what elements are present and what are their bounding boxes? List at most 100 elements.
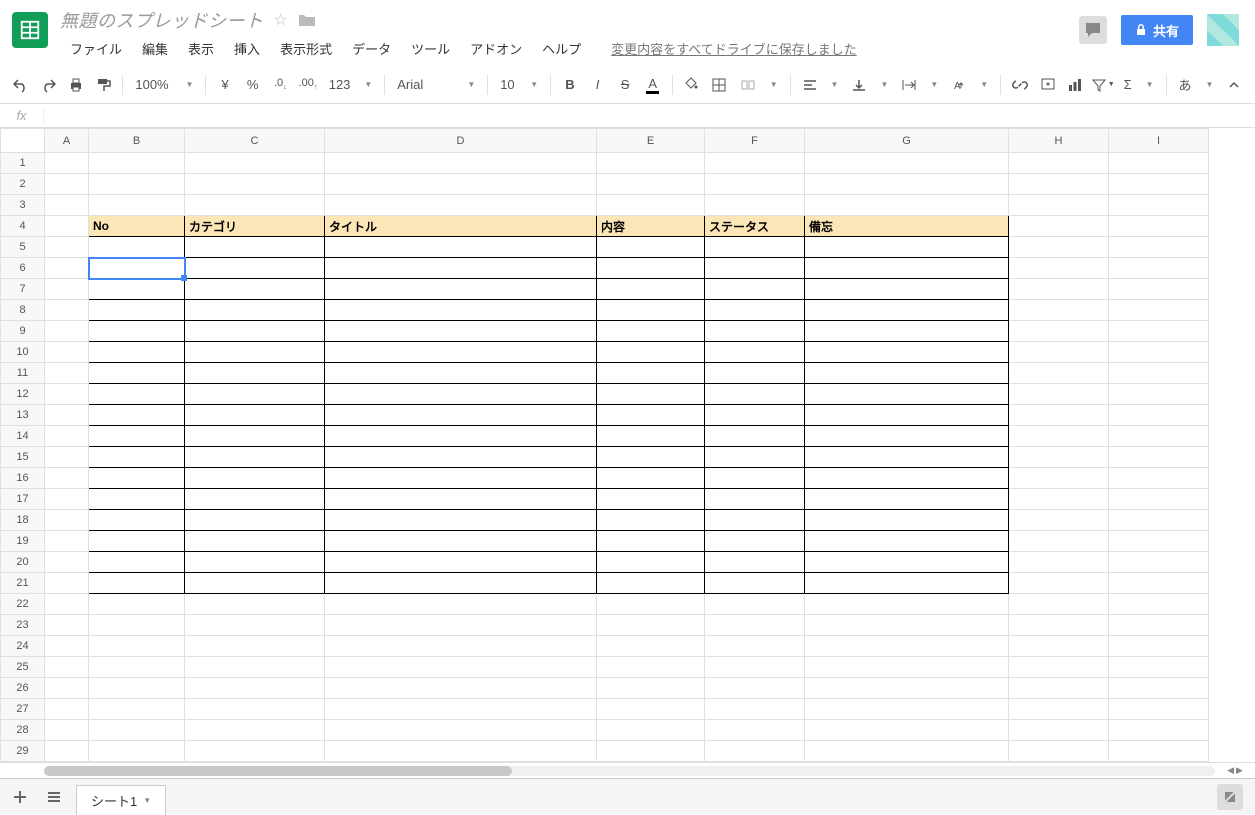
- vertical-align-dropdown[interactable]: ▼: [846, 72, 894, 98]
- cell-E15[interactable]: [597, 447, 705, 468]
- cell-A10[interactable]: [45, 342, 89, 363]
- cell-G2[interactable]: [805, 174, 1009, 195]
- cell-H5[interactable]: [1009, 237, 1109, 258]
- cell-A26[interactable]: [45, 678, 89, 699]
- account-avatar[interactable]: [1207, 14, 1239, 46]
- cell-E22[interactable]: [597, 594, 705, 615]
- cell-B8[interactable]: [89, 300, 185, 321]
- menu-addons[interactable]: アドオン: [460, 37, 532, 60]
- cell-D6[interactable]: [325, 258, 597, 279]
- cell-B6[interactable]: [89, 258, 185, 279]
- cell-F16[interactable]: [705, 468, 805, 489]
- cell-H10[interactable]: [1009, 342, 1109, 363]
- cell-H14[interactable]: [1009, 426, 1109, 447]
- cell-I17[interactable]: [1109, 489, 1209, 510]
- cell-H23[interactable]: [1009, 615, 1109, 636]
- cell-F9[interactable]: [705, 321, 805, 342]
- cell-B16[interactable]: [89, 468, 185, 489]
- cell-E27[interactable]: [597, 699, 705, 720]
- cell-E4[interactable]: 内容: [597, 216, 705, 237]
- row-header-4[interactable]: 4: [1, 216, 45, 237]
- cell-C25[interactable]: [185, 657, 325, 678]
- cell-G1[interactable]: [805, 153, 1009, 174]
- font-size-dropdown[interactable]: 10▼: [494, 72, 544, 98]
- cell-D7[interactable]: [325, 279, 597, 300]
- insert-chart-icon[interactable]: [1062, 71, 1088, 99]
- cell-F25[interactable]: [705, 657, 805, 678]
- cell-A21[interactable]: [45, 573, 89, 594]
- row-header-8[interactable]: 8: [1, 300, 45, 321]
- cell-C23[interactable]: [185, 615, 325, 636]
- strikethrough-button[interactable]: S: [612, 71, 638, 99]
- cell-C21[interactable]: [185, 573, 325, 594]
- cell-G28[interactable]: [805, 720, 1009, 741]
- cell-E28[interactable]: [597, 720, 705, 741]
- menu-tools[interactable]: ツール: [401, 37, 460, 60]
- row-header-5[interactable]: 5: [1, 237, 45, 258]
- cell-E23[interactable]: [597, 615, 705, 636]
- cell-H16[interactable]: [1009, 468, 1109, 489]
- cell-D8[interactable]: [325, 300, 597, 321]
- cell-B29[interactable]: [89, 741, 185, 762]
- cell-B14[interactable]: [89, 426, 185, 447]
- cell-C24[interactable]: [185, 636, 325, 657]
- horizontal-scrollbar[interactable]: ◀▶: [0, 762, 1255, 778]
- functions-dropdown[interactable]: Σ▼: [1118, 72, 1160, 98]
- cell-G27[interactable]: [805, 699, 1009, 720]
- cell-D4[interactable]: タイトル: [325, 216, 597, 237]
- cell-I13[interactable]: [1109, 405, 1209, 426]
- cell-I6[interactable]: [1109, 258, 1209, 279]
- cell-I29[interactable]: [1109, 741, 1209, 762]
- cell-C7[interactable]: [185, 279, 325, 300]
- row-header-25[interactable]: 25: [1, 657, 45, 678]
- cell-D11[interactable]: [325, 363, 597, 384]
- increase-decimal-button[interactable]: .00↑: [295, 71, 321, 99]
- cell-H9[interactable]: [1009, 321, 1109, 342]
- cell-I16[interactable]: [1109, 468, 1209, 489]
- cell-D25[interactable]: [325, 657, 597, 678]
- cell-E20[interactable]: [597, 552, 705, 573]
- column-header-G[interactable]: G: [805, 129, 1009, 153]
- cell-C16[interactable]: [185, 468, 325, 489]
- cell-A13[interactable]: [45, 405, 89, 426]
- cell-G24[interactable]: [805, 636, 1009, 657]
- cell-B19[interactable]: [89, 531, 185, 552]
- cell-A27[interactable]: [45, 699, 89, 720]
- cell-G12[interactable]: [805, 384, 1009, 405]
- cell-F7[interactable]: [705, 279, 805, 300]
- insert-comment-icon[interactable]: [1035, 71, 1061, 99]
- column-header-B[interactable]: B: [89, 129, 185, 153]
- row-header-10[interactable]: 10: [1, 342, 45, 363]
- cell-B27[interactable]: [89, 699, 185, 720]
- cell-F24[interactable]: [705, 636, 805, 657]
- cell-G11[interactable]: [805, 363, 1009, 384]
- cell-B24[interactable]: [89, 636, 185, 657]
- cell-A12[interactable]: [45, 384, 89, 405]
- cell-F5[interactable]: [705, 237, 805, 258]
- cell-D27[interactable]: [325, 699, 597, 720]
- cell-F22[interactable]: [705, 594, 805, 615]
- cell-F4[interactable]: ステータス: [705, 216, 805, 237]
- cell-I10[interactable]: [1109, 342, 1209, 363]
- cell-H8[interactable]: [1009, 300, 1109, 321]
- cell-B28[interactable]: [89, 720, 185, 741]
- cell-I24[interactable]: [1109, 636, 1209, 657]
- cell-E12[interactable]: [597, 384, 705, 405]
- cell-F17[interactable]: [705, 489, 805, 510]
- cell-H3[interactable]: [1009, 195, 1109, 216]
- cell-E18[interactable]: [597, 510, 705, 531]
- cell-F13[interactable]: [705, 405, 805, 426]
- cell-H7[interactable]: [1009, 279, 1109, 300]
- cell-A11[interactable]: [45, 363, 89, 384]
- cell-I22[interactable]: [1109, 594, 1209, 615]
- cell-E8[interactable]: [597, 300, 705, 321]
- share-button[interactable]: 共有: [1121, 15, 1193, 45]
- row-header-17[interactable]: 17: [1, 489, 45, 510]
- cell-H19[interactable]: [1009, 531, 1109, 552]
- cell-C15[interactable]: [185, 447, 325, 468]
- cell-B17[interactable]: [89, 489, 185, 510]
- cell-E3[interactable]: [597, 195, 705, 216]
- cell-D17[interactable]: [325, 489, 597, 510]
- cell-D28[interactable]: [325, 720, 597, 741]
- cell-D9[interactable]: [325, 321, 597, 342]
